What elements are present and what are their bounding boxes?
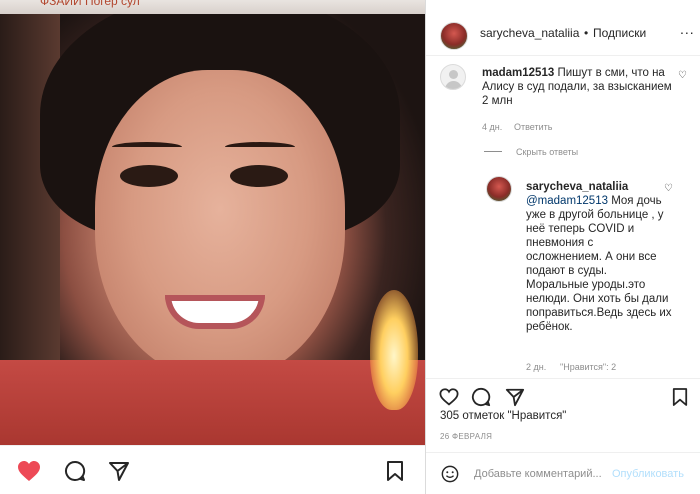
comment-input[interactable]: Добавьте комментарий... bbox=[474, 468, 602, 480]
photo-top-strip: ФЗАЙИ Погер сул bbox=[0, 0, 425, 14]
post-header: sarycheva_nataliia • Подписки ... bbox=[426, 10, 700, 56]
comment-icon[interactable] bbox=[470, 386, 492, 408]
photo-brow-left bbox=[112, 142, 182, 152]
left-action-bar bbox=[0, 445, 425, 494]
hide-replies-button[interactable]: Скрыть ответы bbox=[516, 147, 578, 157]
reply-author-avatar[interactable] bbox=[486, 176, 512, 202]
reply-time: 2 дн. bbox=[526, 362, 547, 372]
publish-button[interactable]: Опубликовать bbox=[612, 468, 684, 480]
add-comment-bar: Добавьте комментарий... Опубликовать bbox=[426, 452, 700, 494]
post-photo[interactable]: ФЗАЙИ Погер сул bbox=[0, 0, 425, 445]
photo-brow-right bbox=[225, 142, 295, 152]
reply-text-block: sarycheva_nataliia @madam12513 Моя дочь … bbox=[526, 180, 672, 334]
heart-filled-icon[interactable] bbox=[16, 459, 42, 483]
more-options-icon[interactable]: ... bbox=[680, 21, 695, 37]
photo-eye-left bbox=[120, 165, 178, 187]
replies-divider bbox=[484, 151, 502, 152]
reply-text: Моя дочь уже в другой больнице , у неё т… bbox=[526, 195, 672, 333]
photo-shirt bbox=[0, 360, 425, 445]
comment-time: 4 дн. bbox=[482, 122, 503, 132]
share-icon[interactable] bbox=[504, 386, 526, 408]
post-action-bar bbox=[426, 378, 700, 438]
like-comment-icon[interactable]: ♡ bbox=[678, 70, 687, 81]
photo-eye-right bbox=[230, 165, 288, 187]
photo-face bbox=[95, 70, 345, 380]
author-avatar[interactable] bbox=[440, 22, 468, 50]
comments-panel: sarycheva_nataliia • Подписки ... madam1… bbox=[425, 0, 700, 494]
comment-username[interactable]: madam12513 bbox=[482, 67, 554, 79]
header-separator: • bbox=[584, 26, 589, 40]
reply-button[interactable]: Ответить bbox=[514, 122, 552, 132]
commenter-avatar[interactable] bbox=[440, 64, 466, 90]
author-username[interactable]: sarycheva_nataliia bbox=[480, 26, 579, 40]
photo-candle-flame bbox=[370, 290, 418, 410]
photo-caption-fragment: ФЗАЙИ Погер сул bbox=[40, 0, 140, 8]
reply-likes-count[interactable]: "Нравится": 2 bbox=[560, 362, 616, 372]
smiley-icon[interactable] bbox=[440, 464, 460, 484]
post-date: 26 ФЕВРАЛЯ bbox=[440, 432, 493, 441]
heart-outline-icon[interactable] bbox=[438, 386, 460, 408]
reply-mention-link[interactable]: @madam12513 bbox=[526, 195, 608, 207]
reply-username[interactable]: sarycheva_nataliia bbox=[526, 181, 628, 193]
likes-count[interactable]: 305 отметок "Нравится" bbox=[440, 410, 566, 422]
comment-text-block: madam12513 Пишут в сми, что на Алису в с… bbox=[482, 66, 674, 108]
like-reply-icon[interactable]: ♡ bbox=[664, 183, 673, 194]
bookmark-icon[interactable] bbox=[670, 386, 690, 408]
following-button[interactable]: Подписки bbox=[593, 26, 646, 40]
share-icon[interactable] bbox=[107, 459, 131, 483]
comment-icon[interactable] bbox=[63, 459, 87, 483]
bookmark-icon[interactable] bbox=[384, 459, 406, 483]
instagram-post-view: ФЗАЙИ Погер сул sarycheva_nataliia • Под… bbox=[0, 0, 700, 494]
